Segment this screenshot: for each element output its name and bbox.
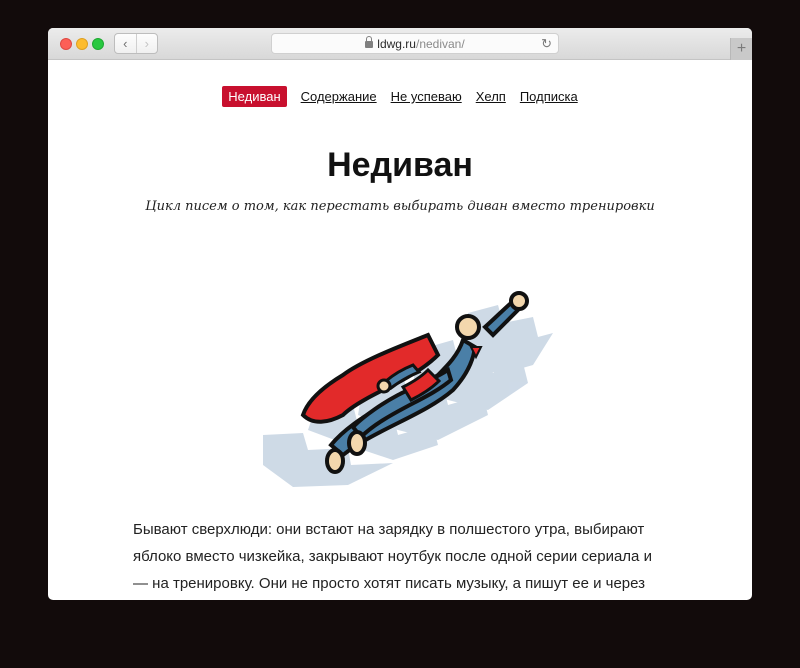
back-button[interactable]: ‹ xyxy=(115,34,137,53)
head-shape xyxy=(455,314,481,340)
nav-item-contents[interactable]: Содержание xyxy=(301,86,377,107)
fist-shape xyxy=(509,291,529,311)
reload-icon[interactable]: ↻ xyxy=(541,36,552,52)
nav-item-no-time[interactable]: Не успеваю xyxy=(391,86,462,107)
superhero-illustration xyxy=(263,291,553,487)
article-paragraph: Бывают сверхлюди: они встают на зарядку … xyxy=(133,521,652,592)
page-content: Недиван Содержание Не успеваю Хелп Подпи… xyxy=(48,60,752,600)
browser-window: ‹ › ldwg.ru/nedivan/ ↻ + Недиван Содержа… xyxy=(48,28,752,600)
page-title: Недиван xyxy=(327,146,473,184)
new-tab-button[interactable]: + xyxy=(730,38,752,60)
foot-shape xyxy=(325,448,345,474)
maximize-window-button[interactable] xyxy=(92,38,104,50)
nav-item-subscribe[interactable]: Подписка xyxy=(520,86,578,107)
forward-button[interactable]: › xyxy=(137,34,158,53)
nav-item-help[interactable]: Хелп xyxy=(476,86,506,107)
history-nav-group: ‹ › xyxy=(114,33,158,54)
browser-titlebar: ‹ › ldwg.ru/nedivan/ ↻ + xyxy=(48,28,752,60)
hand-shape xyxy=(376,378,392,394)
lock-icon xyxy=(365,36,374,48)
foot-shape xyxy=(347,430,367,456)
minimize-window-button[interactable] xyxy=(76,38,88,50)
site-nav: Недиван Содержание Не успеваю Хелп Подпи… xyxy=(48,86,752,107)
nav-item-nedivan[interactable]: Недиван xyxy=(222,86,287,107)
url-path: /nedivan/ xyxy=(415,36,465,51)
url-domain: ldwg.ru xyxy=(377,36,416,51)
page-subtitle: Цикл писем о том, как перестать выбирать… xyxy=(145,199,655,214)
close-window-button[interactable] xyxy=(60,38,72,50)
address-bar[interactable]: ldwg.ru/nedivan/ ↻ xyxy=(271,33,559,54)
